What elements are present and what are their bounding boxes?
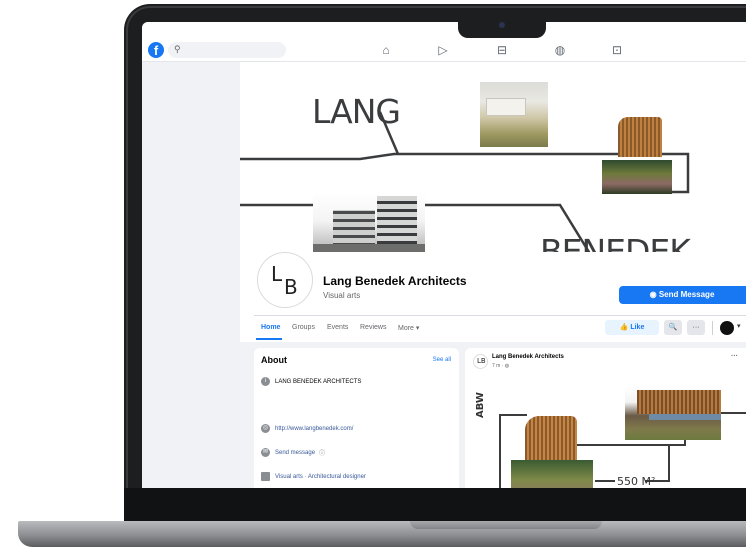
search-input[interactable]: ⚲ <box>168 42 286 58</box>
laptop-opening-groove <box>410 521 602 529</box>
about-card: About See all i LANG BENEDEK ARCHITECTS ◎… <box>254 348 459 488</box>
search-page-button[interactable]: 🔍 <box>664 320 682 335</box>
post-avatar[interactable]: LB <box>473 354 488 369</box>
watch-icon[interactable]: ▷ <box>435 42 451 58</box>
cover-photo-garden <box>602 160 672 194</box>
avatar-letter-l: L <box>271 262 283 286</box>
active-tab-indicator <box>256 338 282 340</box>
send-message-button[interactable]: ◉ Send Message <box>619 286 746 304</box>
post-photo-building <box>625 386 721 440</box>
messenger-icon: ✉ <box>261 448 270 457</box>
tab-home[interactable]: Home <box>261 324 280 331</box>
divider <box>254 315 746 316</box>
about-row-category: Visual arts · Architectural designer <box>261 472 366 481</box>
category-link[interactable]: Visual arts · Architectural designer <box>275 474 366 480</box>
post-photo-garden <box>511 460 593 488</box>
divider <box>712 321 713 335</box>
tag-icon <box>261 472 270 481</box>
post-time-text: 7 m · <box>492 363 505 369</box>
facebook-top-bar: f ⚲ ⌂ ▷ ⊟ ◍ ⊡ <box>142 22 746 62</box>
post-options-icon[interactable]: ··· <box>731 353 738 360</box>
post-photo-tower <box>521 408 579 463</box>
search-icon: ⚲ <box>174 44 181 54</box>
globe-icon: ◎ <box>261 424 270 433</box>
tab-groups[interactable]: Groups <box>292 324 315 331</box>
cover-photo-house <box>480 82 548 147</box>
post-author[interactable]: Lang Benedek Architects <box>492 354 564 360</box>
laptop-mockup: f ⚲ ⌂ ▷ ⊟ ◍ ⊡ LANG BENEDEK L B Lang Bene… <box>0 0 746 549</box>
post-card: LB Lang Benedek Architects 7 m · ◍ ··· A… <box>465 348 746 488</box>
gaming-icon[interactable]: ⊡ <box>609 42 625 58</box>
like-label: Like <box>630 324 645 331</box>
about-row-message[interactable]: ✉ Send message ⓘ <box>261 448 325 457</box>
avatar[interactable] <box>720 321 734 335</box>
info-icon: i <box>261 377 270 386</box>
see-all-link[interactable]: See all <box>433 357 451 363</box>
laptop-base <box>18 521 746 547</box>
page-category: Visual arts <box>323 291 361 300</box>
tab-reviews[interactable]: Reviews <box>360 324 386 331</box>
laptop-screen: f ⚲ ⌂ ▷ ⊟ ◍ ⊡ LANG BENEDEK L B Lang Bene… <box>142 22 746 488</box>
avatar-letter-b: B <box>284 275 298 299</box>
cover-word-top: LANG <box>312 92 401 131</box>
facebook-logo-icon[interactable]: f <box>148 42 164 58</box>
cover-photo[interactable]: LANG BENEDEK <box>240 62 746 252</box>
post-area-label: 550 M² <box>617 475 656 488</box>
tab-events[interactable]: Events <box>327 324 348 331</box>
chevron-down-icon[interactable]: ▾ <box>737 322 741 330</box>
left-background <box>142 62 240 342</box>
cover-photo-apartments <box>313 192 425 252</box>
home-icon[interactable]: ⌂ <box>378 42 394 58</box>
info-circle-icon: ⓘ <box>319 451 326 457</box>
camera-icon <box>499 22 505 28</box>
marketplace-icon[interactable]: ⊟ <box>494 42 510 58</box>
cover-word-bottom: BENEDEK <box>540 232 691 252</box>
more-options-button[interactable]: ··· <box>687 320 705 335</box>
tab-more[interactable]: More ▾ <box>398 324 419 332</box>
messenger-icon: ◉ <box>649 290 659 299</box>
page-title: Lang Benedek Architects <box>323 274 467 288</box>
about-row-website[interactable]: ◎ http://www.langbenedek.com/ <box>261 424 353 433</box>
post-side-label: ABW <box>475 392 486 418</box>
about-title: About <box>261 355 287 365</box>
website-link[interactable]: http://www.langbenedek.com/ <box>275 426 353 432</box>
globe-icon: ◍ <box>504 363 510 369</box>
page-avatar[interactable]: L B <box>257 252 313 308</box>
about-row-name: i LANG BENEDEK ARCHITECTS <box>261 377 361 386</box>
like-button[interactable]: 👍 Like <box>605 320 659 335</box>
groups-icon[interactable]: ◍ <box>552 42 568 58</box>
send-message-label: Send Message <box>658 290 715 299</box>
camera-notch <box>458 18 546 38</box>
post-timestamp[interactable]: 7 m · ◍ <box>492 363 509 369</box>
send-message-link[interactable]: Send message <box>275 450 315 456</box>
about-name: LANG BENEDEK ARCHITECTS <box>275 378 362 385</box>
thumbs-up-icon: 👍 <box>619 324 631 331</box>
